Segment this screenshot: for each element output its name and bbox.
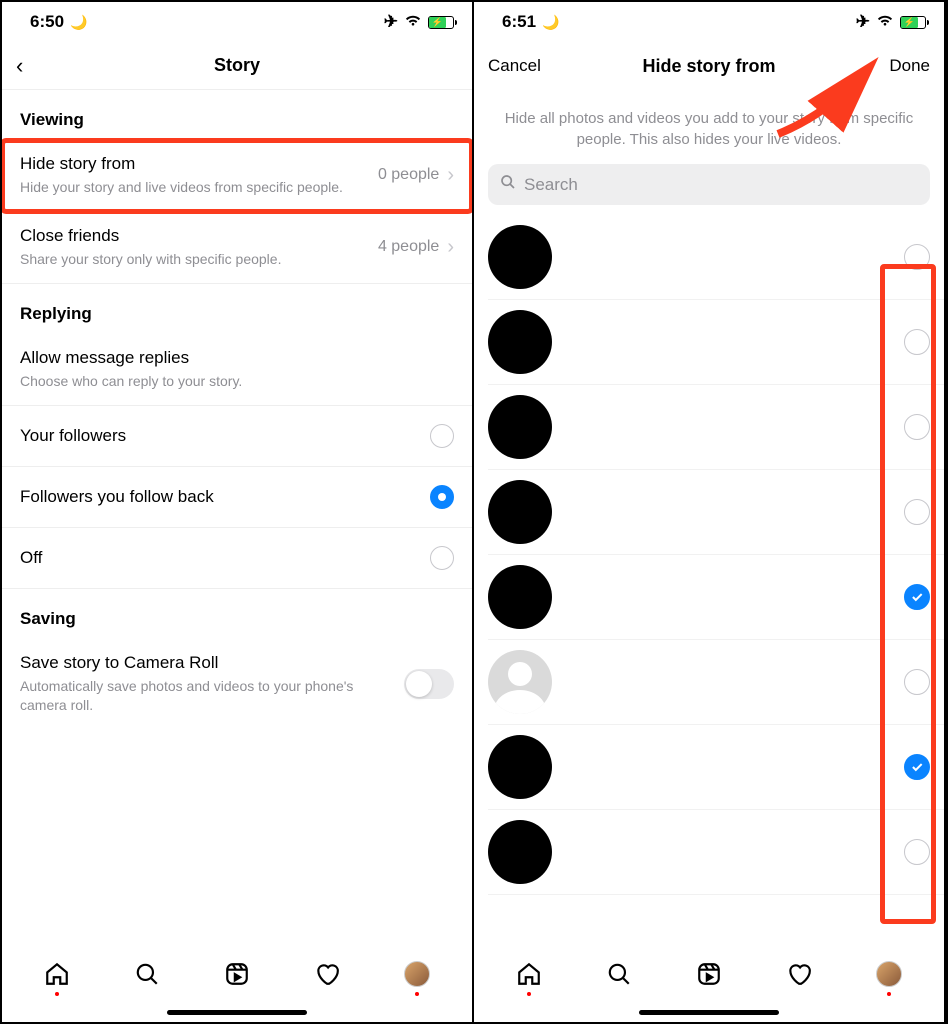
tab-home[interactable] [509, 954, 549, 994]
row-title: Close friends [20, 226, 368, 246]
user-avatar [488, 225, 552, 289]
close-friends-row[interactable]: Close friends Share your story only with… [2, 212, 472, 284]
tab-search[interactable] [599, 954, 639, 994]
user-row[interactable] [488, 470, 944, 555]
avatar-icon [404, 961, 430, 987]
search-icon [500, 174, 516, 195]
reply-option-followers[interactable]: Your followers [2, 406, 472, 467]
home-indicator[interactable] [474, 1002, 944, 1022]
status-time: 6:50 [30, 12, 64, 32]
toggle-switch[interactable] [404, 669, 454, 699]
row-subtitle: Hide your story and live videos from spe… [20, 178, 368, 197]
checkbox-checked-icon[interactable] [904, 754, 930, 780]
checkbox-unchecked-icon[interactable] [904, 499, 930, 525]
row-subtitle: Automatically save photos and videos to … [20, 677, 394, 715]
status-bar: 6:50 🌙 ✈ ⚡ [2, 2, 472, 42]
nav-header: Cancel Hide story from Done [474, 42, 944, 90]
user-avatar [488, 735, 552, 799]
tab-activity[interactable] [307, 954, 347, 994]
row-title: Save story to Camera Roll [20, 653, 394, 673]
user-avatar [488, 395, 552, 459]
row-subtitle: Choose who can reply to your story. [20, 372, 444, 391]
allow-replies-row: Allow message replies Choose who can rep… [2, 334, 472, 406]
done-button[interactable]: Done [860, 56, 930, 76]
chevron-right-icon: › [447, 236, 454, 259]
wifi-icon [876, 12, 894, 32]
tab-bar [2, 946, 472, 1002]
user-list [474, 215, 944, 895]
radio-icon [430, 546, 454, 570]
checkbox-unchecked-icon[interactable] [904, 669, 930, 695]
user-row[interactable] [488, 640, 944, 725]
page-title: Story [214, 55, 260, 76]
chevron-right-icon: › [447, 164, 454, 187]
row-title: Allow message replies [20, 348, 444, 368]
search-placeholder: Search [524, 175, 578, 195]
do-not-disturb-icon: 🌙 [70, 14, 87, 31]
checkbox-unchecked-icon[interactable] [904, 329, 930, 355]
hide-story-from-row[interactable]: Hide story from Hide your story and live… [2, 140, 472, 212]
checkbox-unchecked-icon[interactable] [904, 414, 930, 440]
user-row[interactable] [488, 810, 944, 895]
checkbox-checked-icon[interactable] [904, 584, 930, 610]
tab-bar [474, 946, 944, 1002]
tab-profile[interactable] [869, 954, 909, 994]
section-viewing: Viewing [2, 90, 472, 140]
checkbox-unchecked-icon[interactable] [904, 244, 930, 270]
search-input[interactable]: Search [488, 164, 930, 205]
status-time: 6:51 [502, 12, 536, 32]
reply-option-off[interactable]: Off [2, 528, 472, 589]
cancel-button[interactable]: Cancel [488, 56, 558, 76]
tab-search[interactable] [127, 954, 167, 994]
do-not-disturb-icon: 🌙 [542, 14, 559, 31]
section-replying: Replying [2, 284, 472, 334]
battery-icon: ⚡ [428, 16, 454, 29]
home-indicator[interactable] [2, 1002, 472, 1022]
user-row[interactable] [488, 725, 944, 810]
row-subtitle: Share your story only with specific peop… [20, 250, 368, 269]
tab-profile[interactable] [397, 954, 437, 994]
row-title: Hide story from [20, 154, 368, 174]
user-row[interactable] [488, 385, 944, 470]
user-avatar [488, 650, 552, 714]
user-avatar [488, 310, 552, 374]
tab-reels[interactable] [217, 954, 257, 994]
airplane-mode-icon: ✈ [384, 12, 398, 32]
row-value: 0 people [378, 166, 439, 184]
checkbox-unchecked-icon[interactable] [904, 839, 930, 865]
user-avatar [488, 820, 552, 884]
wifi-icon [404, 12, 422, 32]
user-row[interactable] [488, 215, 944, 300]
tab-reels[interactable] [689, 954, 729, 994]
status-bar: 6:51 🌙 ✈ ⚡ [474, 2, 944, 42]
battery-icon: ⚡ [900, 16, 926, 29]
hide-content: Hide all photos and videos you add to yo… [474, 90, 944, 946]
story-settings-screen: 6:50 🌙 ✈ ⚡ ‹ Story Viewing Hide story fr… [2, 2, 474, 1022]
settings-content: Viewing Hide story from Hide your story … [2, 90, 472, 946]
hide-story-from-screen: 6:51 🌙 ✈ ⚡ Cancel Hide story from Done H… [474, 2, 946, 1022]
user-row[interactable] [488, 300, 944, 385]
tab-home[interactable] [37, 954, 77, 994]
section-saving: Saving [2, 589, 472, 639]
nav-header: ‹ Story [2, 42, 472, 90]
radio-icon [430, 424, 454, 448]
back-button[interactable]: ‹ [16, 53, 86, 79]
user-row[interactable] [488, 555, 944, 640]
radio-icon [430, 485, 454, 509]
tab-activity[interactable] [779, 954, 819, 994]
screen-description: Hide all photos and videos you add to yo… [474, 90, 944, 164]
airplane-mode-icon: ✈ [856, 12, 870, 32]
row-value: 4 people [378, 238, 439, 256]
user-avatar [488, 480, 552, 544]
reply-option-followback[interactable]: Followers you follow back [2, 467, 472, 528]
page-title: Hide story from [642, 56, 775, 77]
save-to-camera-roll-row[interactable]: Save story to Camera Roll Automatically … [2, 639, 472, 729]
avatar-icon [876, 961, 902, 987]
user-avatar [488, 565, 552, 629]
